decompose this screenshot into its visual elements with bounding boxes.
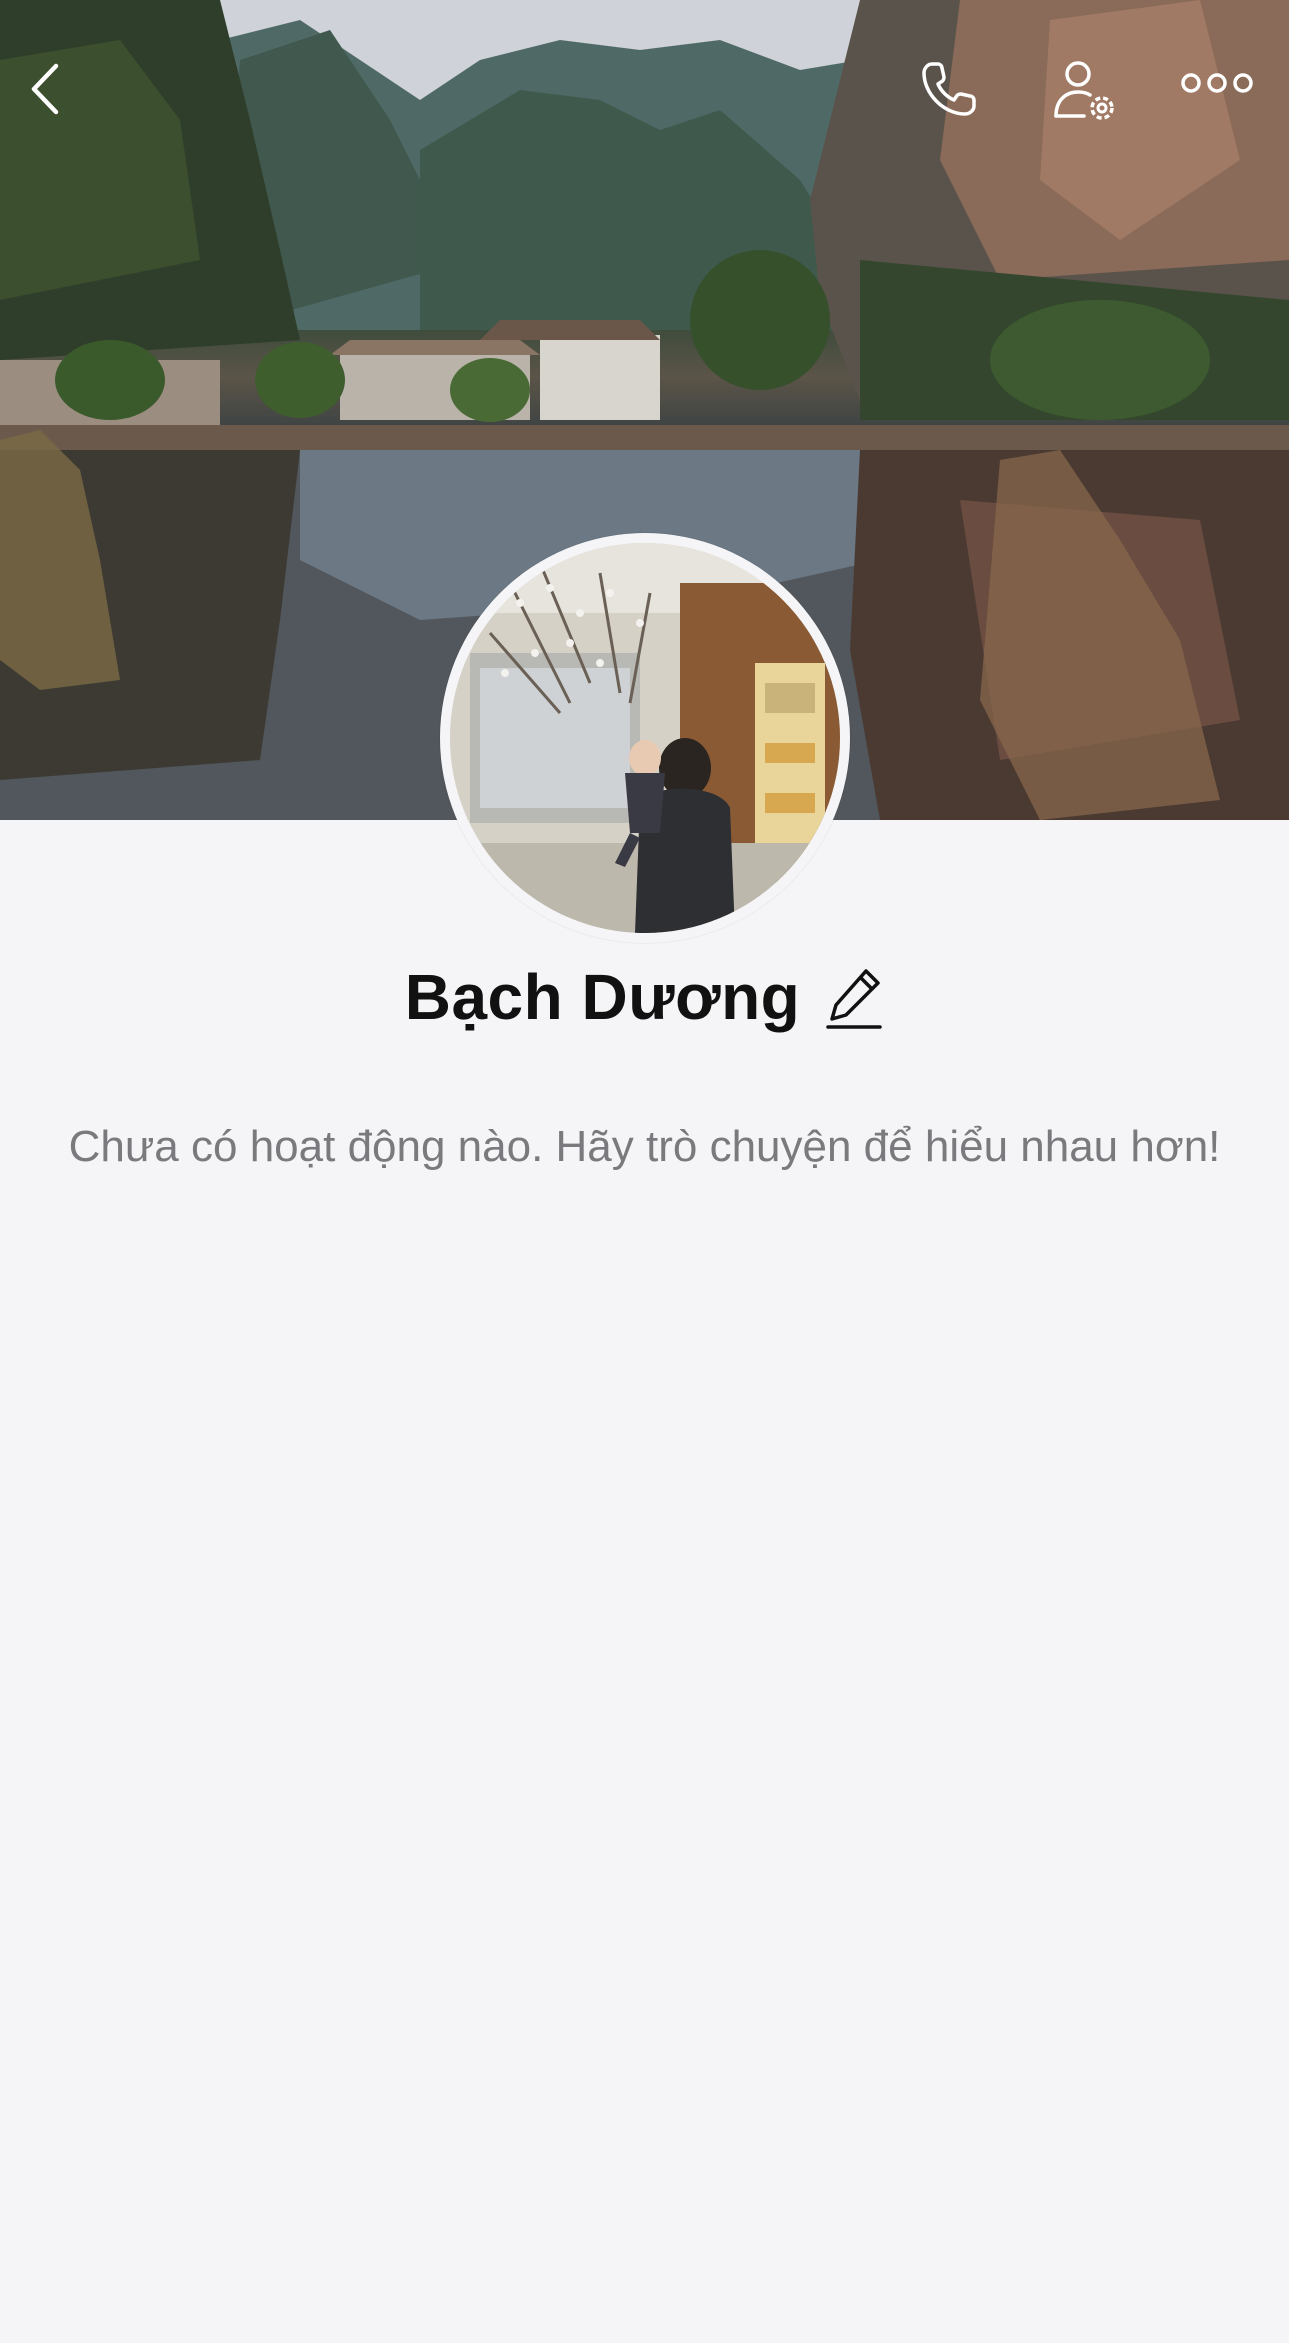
empty-activity-text: Chưa có hoạt động nào. Hãy trò chuyện để… — [68, 1122, 1221, 1171]
profile-name: Bạch Dương — [404, 961, 801, 1033]
chevron-left-icon — [31, 63, 59, 115]
more-dots-icon — [1181, 73, 1253, 93]
profile-name-row: Bạch Dương — [0, 960, 1289, 1034]
more-button[interactable] — [1180, 70, 1270, 120]
pencil-icon — [826, 969, 883, 1029]
call-button[interactable] — [918, 58, 998, 138]
avatar-photo — [450, 543, 840, 933]
phone-icon — [922, 62, 976, 116]
user-gear-icon — [1054, 61, 1114, 120]
friend-settings-button[interactable] — [1050, 56, 1140, 146]
back-button[interactable] — [28, 62, 88, 132]
avatar-image — [450, 543, 840, 933]
avatar[interactable] — [440, 533, 850, 943]
edit-name-button[interactable] — [826, 965, 884, 1029]
